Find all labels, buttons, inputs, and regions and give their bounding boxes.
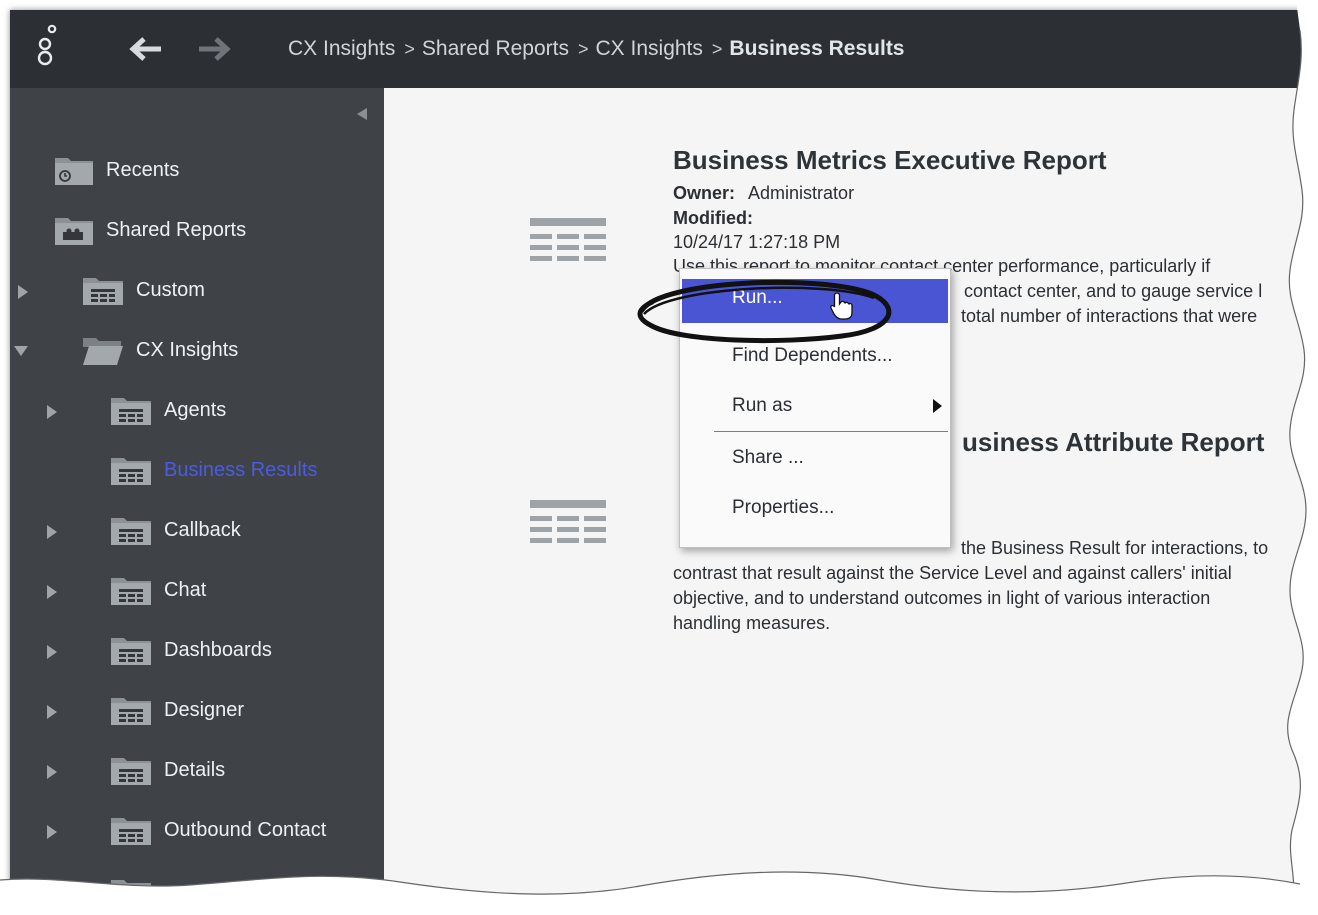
report-list: Business Metrics Executive Report Owner:…	[384, 88, 1310, 905]
genesys-logo-icon[interactable]	[32, 22, 62, 72]
sidebar-item-designer[interactable]: Designer	[110, 690, 244, 730]
expand-arrow-icon[interactable]	[47, 705, 57, 719]
modified-label: Modified:	[673, 208, 753, 228]
report-folder-icon	[111, 578, 151, 605]
report-title[interactable]: usiness Attribute Report	[962, 427, 1264, 458]
report-folder-icon	[111, 818, 151, 845]
report-description-line: the Business Result for interactions, to	[961, 538, 1269, 558]
collapse-arrow-icon[interactable]	[14, 346, 28, 356]
sidebar-item-agents[interactable]: Agents	[110, 390, 226, 430]
sidebar-item-details[interactable]: Details	[110, 750, 225, 790]
sidebar-item-label: Business Results	[164, 458, 318, 481]
sidebar-item-chat[interactable]: Chat	[110, 570, 206, 610]
sidebar-item-label: Details	[164, 758, 226, 781]
shared-folder-icon	[55, 218, 93, 245]
breadcrumb-separator: >	[711, 38, 723, 59]
expand-arrow-icon[interactable]	[47, 645, 57, 659]
sidebar-item-label: Designer	[164, 698, 245, 721]
report-description-line: handling measures.	[673, 613, 831, 633]
report-folder-icon	[111, 880, 151, 905]
sidebar-item-outbound-contact[interactable]: Outbound Contact	[110, 810, 326, 850]
report-table-icon[interactable]	[528, 498, 608, 560]
report-description-line: objective, and to understand outcomes in…	[673, 588, 1211, 608]
expand-arrow-icon[interactable]	[47, 825, 57, 839]
breadcrumb-separator: >	[578, 38, 589, 59]
report-folder-icon	[111, 458, 151, 485]
highlight-ellipse-annotation	[637, 279, 892, 344]
menu-item-share[interactable]: Share ...	[680, 439, 950, 479]
sidebar-item-label: Callback	[164, 518, 241, 541]
expand-arrow-icon[interactable]	[47, 525, 57, 539]
submenu-arrow-icon	[933, 399, 942, 413]
breadcrumb-current: Business Results	[729, 37, 905, 60]
sidebar-item-recents[interactable]: Recents	[54, 150, 179, 190]
report-owner: Owner: Administrator	[673, 183, 854, 204]
sidebar-item-label: Recents	[106, 158, 180, 181]
breadcrumb-separator: >	[404, 38, 415, 59]
breadcrumb-item[interactable]: CX Insights	[596, 37, 703, 61]
open-folder-icon	[83, 338, 123, 365]
report-folder-icon	[111, 518, 151, 545]
sidebar-item-dashboards[interactable]: Dashboards	[110, 630, 272, 670]
report-description-line: total number of interactions that were	[961, 306, 1258, 326]
breadcrumb-item[interactable]: CX Insights	[288, 37, 395, 61]
modified-value: 10/24/17 1:27:18 PM	[673, 232, 841, 252]
sidebar-item-callback[interactable]: Callback	[110, 510, 241, 550]
owner-value: Administrator	[748, 183, 855, 203]
expand-arrow-icon[interactable]	[47, 585, 57, 599]
sidebar-item-label: Agents	[164, 398, 227, 421]
report-description-line: contact center, and to gauge service l	[964, 281, 1263, 301]
sidebar-item-business-results[interactable]: Business Results	[110, 450, 317, 490]
report-table-icon[interactable]	[528, 216, 608, 278]
owner-label: Owner:	[673, 183, 736, 203]
top-bar: CX Insights > Shared Reports > CX Insigh…	[10, 10, 1310, 88]
expand-arrow-icon[interactable]	[18, 285, 28, 299]
clock-folder-icon	[55, 158, 93, 185]
expand-arrow-icon[interactable]	[47, 885, 57, 899]
sidebar-item-label: Shared Reports	[106, 218, 247, 241]
report-description-line: contrast that result against the Service…	[673, 563, 1232, 583]
sidebar-item-label: Chat	[164, 578, 207, 601]
sidebar-item-label: Outbound Contact	[164, 818, 327, 841]
expand-arrow-icon[interactable]	[47, 765, 57, 779]
sidebar-item-label: Dashboards	[164, 638, 272, 661]
sidebar: Recents Shared Reports Custom CX Insight…	[10, 88, 384, 905]
sidebar-item-cx-insights[interactable]: CX Insights	[82, 330, 238, 370]
sidebar-item-label: CX Insights	[136, 338, 239, 361]
report-folder-icon	[83, 278, 123, 305]
menu-item-properties[interactable]: Properties...	[680, 489, 950, 529]
sidebar-item-custom[interactable]: Custom	[82, 270, 205, 310]
menu-item-run-as[interactable]: Run as	[680, 387, 950, 427]
forward-arrow-icon[interactable]	[196, 36, 232, 62]
back-arrow-icon[interactable]	[128, 36, 164, 62]
breadcrumb: CX Insights > Shared Reports > CX Insigh…	[288, 37, 905, 61]
report-folder-icon	[111, 698, 151, 725]
breadcrumb-item[interactable]: Shared Reports	[422, 37, 569, 61]
report-folder-icon	[111, 398, 151, 425]
menu-separator	[714, 431, 948, 432]
sidebar-item-shared-reports[interactable]: Shared Reports	[54, 210, 246, 250]
report-folder-icon	[111, 758, 151, 785]
report-title[interactable]: Business Metrics Executive Report	[673, 145, 1107, 176]
expand-arrow-icon[interactable]	[47, 405, 57, 419]
collapse-sidebar-icon[interactable]	[357, 108, 367, 120]
report-folder-icon	[111, 638, 151, 665]
sidebar-item-label: Custom	[136, 278, 205, 301]
app-window: CX Insights > Shared Reports > CX Insigh…	[10, 10, 1310, 905]
